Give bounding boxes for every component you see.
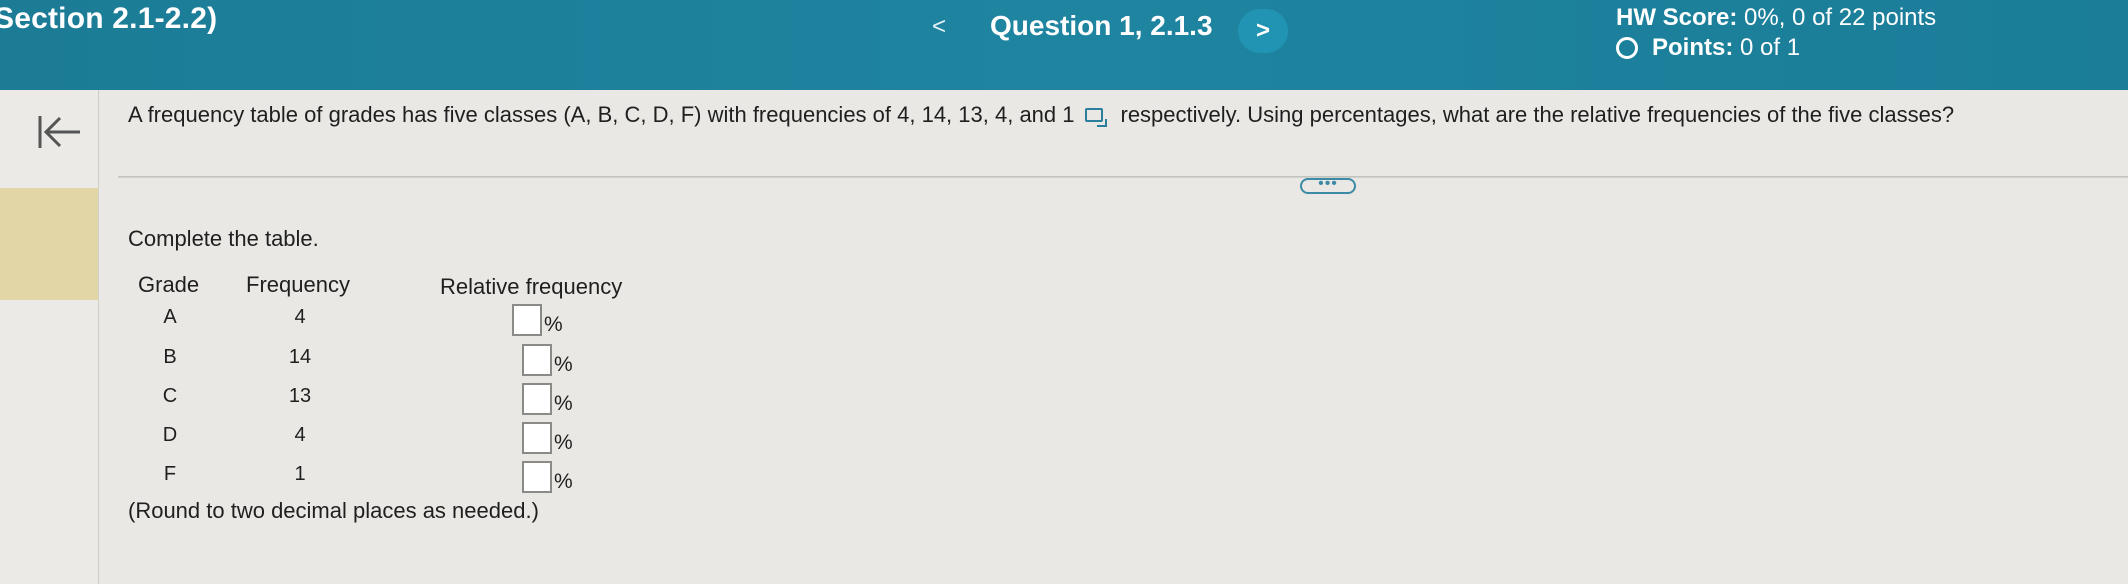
hw-score-label: HW Score: [1616,4,1738,31]
back-to-start-icon[interactable] [36,112,84,152]
chevron-right-icon: > [1255,17,1270,44]
points-label: Points: [1652,34,1734,61]
section-title: Section 2.1-2.2) [0,2,218,35]
relative-frequency-cell: % [522,383,573,415]
frequency-column-header: Frequency [246,272,350,297]
grade-cell: F [163,463,177,485]
frequency-cell: 13 [288,385,312,407]
percent-unit: % [544,313,563,336]
percent-unit: % [554,470,573,493]
points-status: Points: 0 of 1 [1616,34,1800,62]
frequency-cell: 14 [288,346,312,368]
hw-score: HW Score: 0%, 0 of 22 points [1616,4,1936,32]
relative-frequency-cell: % [522,422,573,454]
data-table-icon[interactable] [1084,108,1107,127]
rounding-note: (Round to two decimal places as needed.) [128,498,539,523]
grade-cell: A [163,306,177,328]
relative-frequency-input-b[interactable] [522,344,552,376]
relative-frequency-input-d[interactable] [522,422,552,454]
points-value: 0 of 1 [1740,34,1801,61]
grade-cell: B [163,346,177,368]
circle-icon [1616,37,1638,59]
question-text-start: A frequency table of grades has five cla… [128,102,1075,127]
grade-cell: D [162,424,178,446]
frequency-cell: 4 [294,424,306,446]
frequency-cell: 1 [294,463,306,485]
top-bar: Section 2.1-2.2) < Question 1, 2.1.3 > H… [0,0,2128,90]
hw-score-value: 0%, 0 of 22 points [1744,4,1937,31]
grade-cell: C [162,385,178,407]
left-sidebar [0,90,99,584]
frequency-cell: 4 [294,306,306,328]
question-text-end: respectively. Using percentages, what ar… [1120,102,1955,127]
relative-frequency-input-a[interactable] [512,304,542,336]
sidebar-highlight [0,188,98,300]
relative-frequency-column-header: Relative frequency [440,274,623,299]
percent-unit: % [554,353,573,376]
relative-frequency-input-f[interactable] [522,461,552,493]
relative-frequency-input-c[interactable] [522,383,552,415]
grade-column-header: Grade [138,272,200,297]
relative-frequency-cell: % [522,344,573,376]
question-title: Question 1, 2.1.3 [990,10,1213,41]
question-divider [118,176,2128,178]
previous-question-button[interactable]: < [924,12,954,42]
instruction-text: Complete the table. [128,226,319,251]
question-prompt: A frequency table of grades has five cla… [128,102,1954,128]
relative-frequency-cell: % [522,461,573,493]
expand-more-button[interactable]: ••• [1300,176,1356,194]
percent-unit: % [554,392,573,415]
relative-frequency-cell: % [512,304,563,336]
percent-unit: % [554,431,573,454]
next-question-button[interactable]: > [1238,9,1288,53]
chevron-left-icon: < [931,13,946,40]
